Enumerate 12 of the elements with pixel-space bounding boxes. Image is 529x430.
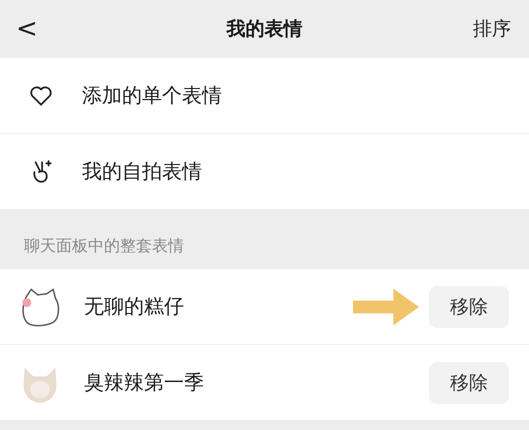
sort-button[interactable]: 排序 — [467, 15, 517, 43]
back-button[interactable]: < — [12, 14, 42, 44]
item-label: 添加的单个表情 — [82, 82, 222, 109]
item-label: 我的自拍表情 — [82, 158, 202, 185]
remove-button[interactable]: 移除 — [429, 286, 509, 328]
pack-name: 无聊的糕仔 — [84, 293, 184, 320]
menu-item[interactable]: 添加的单个表情 — [0, 58, 529, 134]
section-title: 聊天面板中的整套表情 — [24, 236, 184, 257]
menu-item[interactable]: 我的自拍表情 — [0, 134, 529, 209]
pack-name: 臭辣辣第一季 — [84, 369, 204, 396]
page-title: 我的表情 — [226, 17, 302, 42]
remove-button[interactable]: 移除 — [429, 362, 509, 404]
